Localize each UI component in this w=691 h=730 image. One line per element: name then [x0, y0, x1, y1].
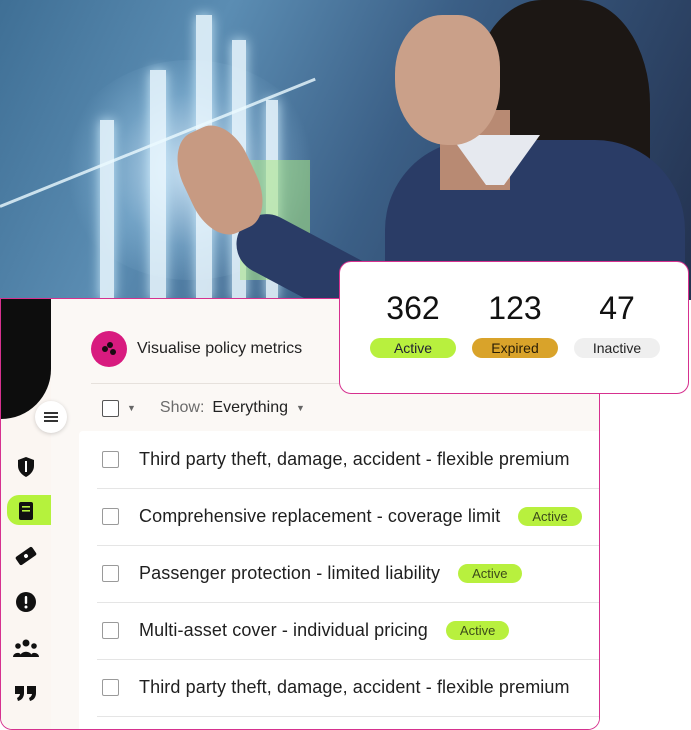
row-checkbox[interactable]: [102, 508, 119, 525]
quote-icon[interactable]: [13, 680, 39, 706]
row-checkbox[interactable]: [102, 451, 119, 468]
policy-title: Third party theft, damage, accident - fl…: [139, 677, 570, 697]
show-label: Show:: [159, 399, 205, 416]
row-checkbox[interactable]: [102, 565, 119, 582]
metric-inactive: 47 Inactive: [572, 288, 662, 358]
alert-icon[interactable]: [13, 589, 39, 615]
list-item[interactable]: Passenger protection - limited liability…: [97, 545, 599, 603]
page-title: Visualise policy metrics: [137, 340, 303, 357]
metric-value: 123: [488, 290, 542, 326]
row-checkbox[interactable]: [102, 679, 119, 696]
left-sidebar: [1, 299, 51, 729]
menu-toggle-button[interactable]: [35, 401, 67, 433]
hero-image: [0, 0, 691, 300]
status-badge: Active: [445, 621, 510, 640]
shield-icon[interactable]: [13, 454, 39, 480]
status-badge: Active: [458, 564, 522, 583]
metrics-card: 362 Active 123 Expired 47 Inactive: [339, 261, 689, 394]
metric-expired: 123 Expired: [470, 288, 560, 358]
row-checkbox[interactable]: [102, 622, 119, 639]
chevron-down-icon[interactable]: ▼: [296, 403, 305, 413]
policy-title: Passenger protection - limited liability: [139, 563, 441, 583]
status-badge[interactable]: Expired: [472, 338, 558, 358]
policy-title: Third party theft, damage, accident - fl…: [139, 449, 570, 469]
policy-list: Third party theft, damage, accident - fl…: [79, 431, 599, 729]
metric-value: 47: [599, 290, 635, 326]
policy-title: Multi-asset cover - individual pricing: [139, 620, 428, 640]
list-item[interactable]: Multi-asset cover - individual pricing A…: [97, 602, 599, 660]
page-header: Visualise policy metrics: [91, 331, 302, 367]
chevron-down-icon[interactable]: ▼: [127, 403, 136, 413]
metric-value: 362: [386, 290, 440, 326]
status-badge[interactable]: Inactive: [574, 338, 660, 358]
status-badge: Active: [518, 507, 582, 526]
ticket-icon[interactable]: [13, 543, 39, 569]
list-item[interactable]: Third party theft, damage, accident - fl…: [97, 431, 599, 489]
metric-active: 362 Active: [368, 288, 458, 358]
list-item[interactable]: Comprehensive replacement - coverage lim…: [97, 488, 599, 546]
brand-logo-icon: [91, 331, 127, 367]
people-icon[interactable]: [13, 635, 39, 661]
list-item[interactable]: Third party theft, damage, accident - fl…: [97, 659, 599, 717]
sidebar-top: [1, 299, 51, 419]
hamburger-icon: [44, 416, 58, 418]
status-badge[interactable]: Active: [370, 338, 456, 358]
policy-title: Comprehensive replacement - coverage lim…: [139, 506, 501, 526]
show-dropdown[interactable]: Everything: [212, 399, 288, 417]
select-all-checkbox[interactable]: [102, 399, 119, 417]
document-icon[interactable]: [13, 498, 39, 524]
